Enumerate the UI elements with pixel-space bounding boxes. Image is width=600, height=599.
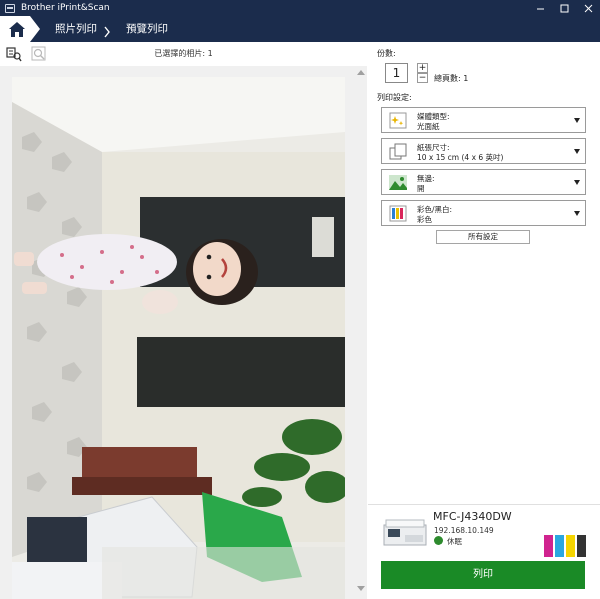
scroll-down-icon[interactable] bbox=[357, 586, 365, 591]
paper-size-icon bbox=[389, 143, 407, 160]
selected-photos-count: 已選擇的相片: 1 bbox=[154, 49, 213, 58]
ink-cyan bbox=[555, 535, 564, 557]
window-title: Brother iPrint&Scan bbox=[21, 3, 110, 13]
print-button[interactable]: 列印 bbox=[381, 561, 585, 589]
settings-pane: 份數: 1 + − 總頁數: 1 列印設定: 媒體類型: 光面紙 紙張尺寸: 1… bbox=[368, 42, 600, 599]
media-type-icon bbox=[389, 112, 407, 129]
color-mode-dropdown[interactable]: 彩色/黑白: 彩色 bbox=[381, 200, 586, 226]
color-mode-value: 彩色 bbox=[417, 215, 432, 224]
maximize-icon[interactable] bbox=[552, 0, 576, 16]
app-icon bbox=[5, 3, 15, 13]
home-button[interactable] bbox=[0, 16, 40, 42]
window-controls bbox=[528, 0, 600, 16]
paper-size-dropdown[interactable]: 紙張尺寸: 10 x 15 cm (4 x 6 英吋) bbox=[381, 138, 586, 164]
borderless-dropdown[interactable]: 無邊: 開 bbox=[381, 169, 586, 195]
crumb-photo-print[interactable]: 照片列印 bbox=[55, 16, 97, 42]
borderless-value: 開 bbox=[417, 184, 425, 193]
chevron-right-icon bbox=[103, 23, 111, 42]
copies-plus-button[interactable]: + bbox=[417, 63, 428, 73]
preview-scrollbar[interactable] bbox=[355, 66, 367, 599]
chevron-down-icon bbox=[574, 118, 580, 123]
chevron-down-icon bbox=[574, 211, 580, 216]
title-bar: Brother iPrint&Scan bbox=[0, 0, 600, 16]
preview-toolbar: 已選擇的相片: 1 bbox=[0, 42, 367, 66]
printer-model: MFC-J4340DW bbox=[433, 510, 512, 523]
total-pages-label: 總頁數: 1 bbox=[434, 74, 469, 83]
print-settings-label: 列印設定: bbox=[377, 93, 412, 102]
printer-panel[interactable]: MFC-J4340DW 192.168.10.149 休眠 列印 bbox=[368, 504, 600, 599]
borderless-icon bbox=[389, 174, 407, 191]
copies-label: 份數: bbox=[377, 49, 396, 58]
chevron-down-icon bbox=[574, 180, 580, 185]
media-type-dropdown[interactable]: 媒體類型: 光面紙 bbox=[381, 107, 586, 133]
scroll-up-icon[interactable] bbox=[357, 70, 365, 75]
copies-input[interactable]: 1 bbox=[385, 63, 408, 83]
paper-size-value: 10 x 15 cm (4 x 6 英吋) bbox=[417, 153, 504, 162]
printer-ip: 192.168.10.149 bbox=[434, 526, 494, 535]
ink-yellow bbox=[566, 535, 575, 557]
copies-minus-button[interactable]: − bbox=[417, 73, 428, 83]
printer-icon bbox=[383, 519, 427, 547]
minimize-icon[interactable] bbox=[528, 0, 552, 16]
close-icon[interactable] bbox=[576, 0, 600, 16]
chevron-down-icon bbox=[574, 149, 580, 154]
ink-magenta bbox=[544, 535, 553, 557]
check-icon bbox=[434, 536, 443, 550]
ink-black bbox=[577, 535, 586, 557]
photo-preview bbox=[12, 77, 345, 599]
color-icon bbox=[389, 205, 407, 222]
crumb-preview-print[interactable]: 預覽列印 bbox=[126, 16, 168, 42]
printer-status: 休眠 bbox=[447, 537, 462, 546]
all-settings-button[interactable]: 所有設定 bbox=[436, 230, 530, 244]
media-type-value: 光面紙 bbox=[417, 122, 440, 131]
breadcrumb: 照片列印 預覽列印 bbox=[0, 16, 600, 42]
preview-pane: 已選擇的相片: 1 bbox=[0, 42, 367, 599]
